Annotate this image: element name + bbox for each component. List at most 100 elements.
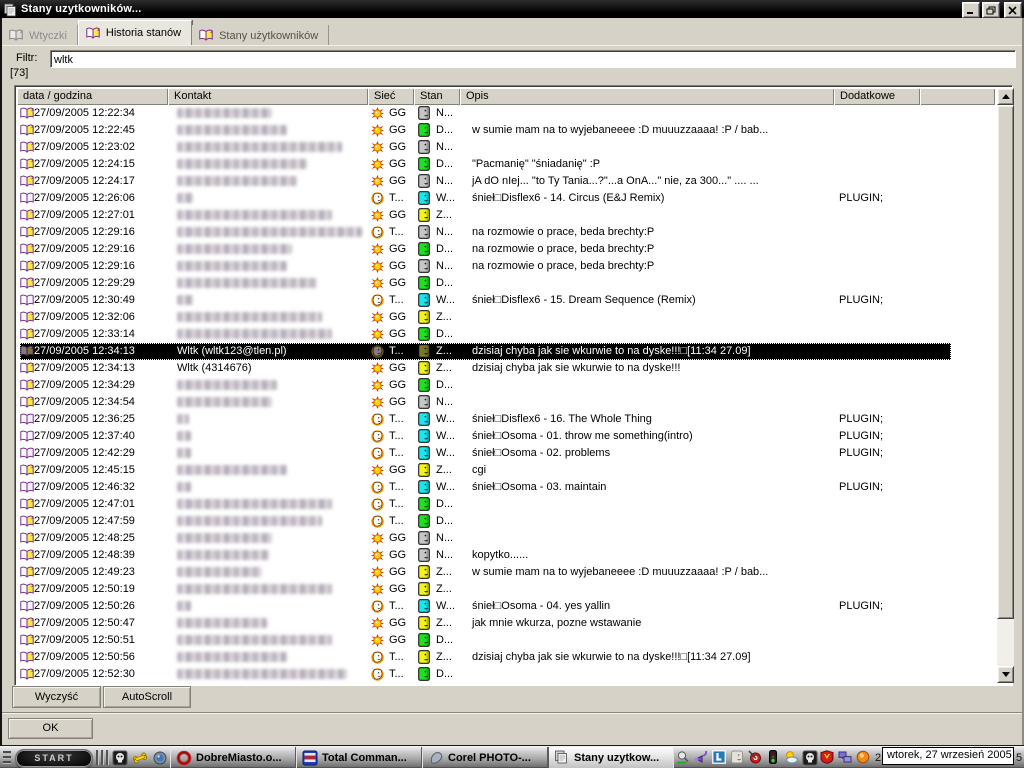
row-contact <box>177 617 267 628</box>
log-note-icon <box>20 209 34 222</box>
tab-stany-uzytkownikow[interactable]: Stany użytkowników <box>192 25 329 46</box>
close-button[interactable] <box>1004 2 1022 18</box>
table-row[interactable]: 27/09/2005 12:34:29GGD... <box>17 377 995 394</box>
table-row[interactable]: 27/09/2005 12:48:25GGN... <box>17 530 995 547</box>
column-header-Opis[interactable]: Opis <box>460 88 834 105</box>
history-tab-icon <box>86 27 101 40</box>
row-status: Z... <box>436 209 452 221</box>
tlen-face-icon <box>371 515 384 528</box>
log-book-icon <box>20 192 34 205</box>
table-row[interactable]: 27/09/2005 12:24:15GGD..."Pacmanię" "śni… <box>17 156 995 173</box>
table-row[interactable]: 27/09/2005 12:50:47GGZ...jak mnie wkurza… <box>17 615 995 632</box>
clear-button[interactable]: Wyczyść <box>12 686 101 708</box>
filter-input[interactable] <box>50 50 1016 68</box>
table-row[interactable]: 27/09/2005 12:49:23GGZ...w sumie mam na … <box>17 564 995 581</box>
weather-icon[interactable] <box>784 750 798 764</box>
table-row[interactable]: 27/09/2005 12:37:40T...W...śnieł□Osoma -… <box>17 428 995 445</box>
row-contact <box>177 498 332 509</box>
tlen-face-icon <box>371 651 384 664</box>
corel-icon <box>428 750 444 766</box>
horn-icon[interactable] <box>694 750 708 764</box>
column-header-Kontakt[interactable]: Kontakt <box>168 88 368 105</box>
taskbar-grip[interactable] <box>3 751 11 764</box>
row-extra: PLUGIN; <box>839 430 883 442</box>
column-header-Stan[interactable]: Stan <box>414 88 460 105</box>
table-row[interactable]: 27/09/2005 12:50:26T...W...śnieł□Osoma -… <box>17 598 995 615</box>
table-row[interactable]: 27/09/2005 12:50:56T...Z...dzisiaj chyba… <box>17 649 995 666</box>
status-face-icon <box>418 140 430 154</box>
table-row[interactable]: 27/09/2005 12:48:39GGN...kopytko...... <box>17 547 995 564</box>
scroll-down-button[interactable] <box>997 666 1014 683</box>
vertical-scrollbar[interactable] <box>997 88 1014 683</box>
magnifier-icon[interactable] <box>676 750 690 764</box>
row-description: w sumie mam na to wyjebaneeee :D muuuzza… <box>472 124 768 136</box>
table-row[interactable]: 27/09/2005 12:32:06GGZ... <box>17 309 995 326</box>
table-row[interactable]: 27/09/2005 12:34:54GGN... <box>17 394 995 411</box>
table-row[interactable]: 27/09/2005 12:22:34GGN... <box>17 105 995 122</box>
column-header-Sieć[interactable]: Sieć <box>368 88 414 105</box>
shield-icon[interactable] <box>820 750 834 764</box>
table-row[interactable]: 27/09/2005 12:45:15GGZ...cgi <box>17 462 995 479</box>
table-row[interactable]: 27/09/2005 12:29:16GGN...na rozmowie o p… <box>17 258 995 275</box>
scroll-up-button[interactable] <box>997 88 1014 105</box>
taskbar-task-4[interactable]: Stany uzytkow... <box>548 747 674 768</box>
table-row[interactable]: 27/09/2005 12:24:17GGN...jA dO nIej... "… <box>17 173 995 190</box>
table-row[interactable]: 27/09/2005 12:34:13Wltk (4314676)GGZ...d… <box>17 360 995 377</box>
row-network: GG <box>389 634 406 646</box>
taskbar-task-1[interactable]: DobreMiasto.o... <box>170 747 296 768</box>
skull-icon[interactable] <box>802 750 816 764</box>
row-datetime: 27/09/2005 12:42:29 <box>34 447 135 459</box>
table-row[interactable]: 27/09/2005 12:29:16GGD...na rozmowie o p… <box>17 241 995 258</box>
row-status: W... <box>436 192 455 204</box>
row-status: D... <box>436 243 453 255</box>
row-datetime: 27/09/2005 12:46:32 <box>34 481 135 493</box>
network-icon[interactable] <box>838 750 852 764</box>
table-row[interactable]: 27/09/2005 12:36:25T...W...śnieł□Disflex… <box>17 411 995 428</box>
table-row[interactable]: 27/09/2005 12:50:19GGZ... <box>17 581 995 598</box>
tab-wtyczki[interactable]: Wtyczki <box>2 25 78 46</box>
table-row[interactable]: 27/09/2005 12:22:45GGD...w sumie mam na … <box>17 122 995 139</box>
row-status: Z... <box>436 617 452 629</box>
tlen-icon[interactable] <box>712 750 726 764</box>
row-datetime: 27/09/2005 12:23:02 <box>34 141 135 153</box>
taskbar-task-2[interactable]: Total Comman... <box>296 747 422 768</box>
fireball-icon[interactable] <box>856 750 870 764</box>
bone-icon[interactable] <box>132 750 148 766</box>
column-header-data / godzina[interactable]: data / godzina <box>17 88 168 105</box>
table-row[interactable]: 27/09/2005 12:47:01T...D... <box>17 496 995 513</box>
table-row[interactable]: 27/09/2005 12:29:29GGD... <box>17 275 995 292</box>
table-row[interactable]: 27/09/2005 12:30:49T...W...śnieł□Disflex… <box>17 292 995 309</box>
table-row[interactable]: 27/09/2005 12:46:32T...W...śnieł□Osoma -… <box>17 479 995 496</box>
table-row[interactable]: 27/09/2005 12:23:02GGN... <box>17 139 995 156</box>
start-button[interactable]: START <box>15 749 93 768</box>
column-header-blank[interactable] <box>920 88 995 105</box>
table-row[interactable]: 27/09/2005 12:33:14GGD... <box>17 326 995 343</box>
restore-button[interactable] <box>982 2 1000 18</box>
status-face-icon <box>418 361 430 375</box>
log-note-icon <box>20 583 34 596</box>
dart-icon[interactable] <box>748 750 762 764</box>
taskbar-task-3[interactable]: Corel PHOTO-... <box>422 747 548 768</box>
traffic-light-icon[interactable] <box>766 750 780 764</box>
scrollbar-thumb[interactable] <box>997 105 1014 619</box>
table-row[interactable]: 27/09/2005 12:26:06T...W...śnieł□Disflex… <box>17 190 995 207</box>
table-row[interactable]: 27/09/2005 12:34:13Wltk (wltk123@tlen.pl… <box>17 343 995 360</box>
table-row[interactable]: 27/09/2005 12:47:59T...D... <box>17 513 995 530</box>
row-datetime: 27/09/2005 12:50:47 <box>34 617 135 629</box>
table-row[interactable]: 27/09/2005 12:52:30T...D... <box>17 666 995 683</box>
row-status: N... <box>436 107 453 119</box>
table-row[interactable]: 27/09/2005 12:27:01GGZ... <box>17 207 995 224</box>
orb-icon[interactable] <box>152 750 168 766</box>
skull-icon[interactable] <box>112 750 128 766</box>
row-network: T... <box>389 481 404 493</box>
table-row[interactable]: 27/09/2005 12:29:16T...N...na rozmowie o… <box>17 224 995 241</box>
ok-button[interactable]: OK <box>8 718 93 739</box>
row-description: dzisiaj chyba jak sie wkurwie to na dysk… <box>472 345 751 357</box>
table-row[interactable]: 27/09/2005 12:50:51GGD... <box>17 632 995 649</box>
table-row[interactable]: 27/09/2005 12:42:29T...W...śnieł□Osoma -… <box>17 445 995 462</box>
pale-face-icon[interactable] <box>730 750 744 764</box>
tab-historia-stanow[interactable]: Historia stanów <box>78 20 192 46</box>
minimize-button[interactable] <box>962 2 980 18</box>
column-header-Dodatkowe[interactable]: Dodatkowe <box>834 88 920 105</box>
autoscroll-button[interactable]: AutoScroll <box>103 686 191 708</box>
